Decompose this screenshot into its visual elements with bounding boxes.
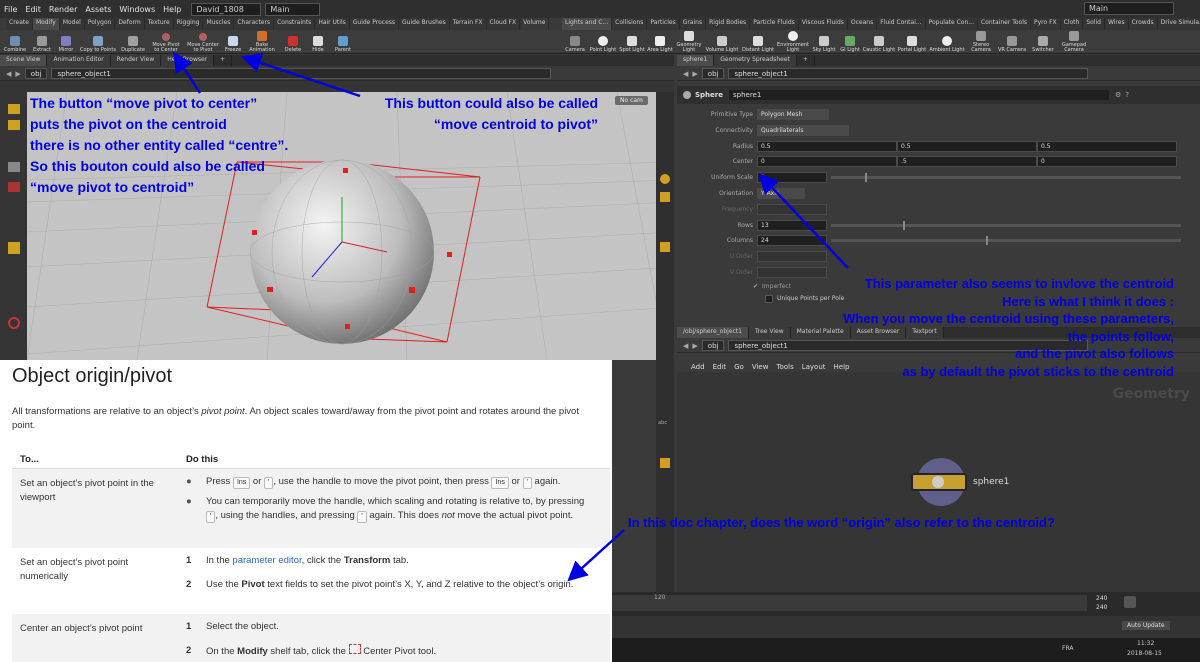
houdini-window: File Edit Render Assets Windows Help Dav… bbox=[0, 0, 1200, 662]
annotation-centroid-pivot: This button could also be called “move c… bbox=[360, 93, 598, 135]
arrow-1 bbox=[173, 51, 202, 94]
annotation-line: as by default the pivot sticks to the ce… bbox=[902, 363, 1174, 379]
annotation-line: So this bouton could also be called bbox=[30, 158, 265, 174]
annotation-origin-question: In this doc chapter, does the word “orig… bbox=[628, 515, 1055, 530]
annotation-pivot-center: The button “move pivot to center” puts t… bbox=[30, 93, 288, 198]
annotation-line: This button could also be called bbox=[384, 95, 598, 111]
annotation-line: and the pivot also follows bbox=[1015, 346, 1174, 361]
arrow-3 bbox=[758, 173, 849, 269]
annotation-line: “move pivot to centroid” bbox=[30, 179, 195, 195]
annotation-line: puts the pivot on the centroid bbox=[30, 116, 227, 132]
annotation-line: there is no other entity called “centre”… bbox=[30, 137, 289, 153]
arrow-2 bbox=[241, 53, 361, 98]
annotation-line: The button “move pivot to center” bbox=[30, 95, 258, 111]
annotation-line: This parameter also seems to invlove the… bbox=[864, 276, 1174, 291]
annotation-line: Here is what I think it does : bbox=[1002, 293, 1174, 309]
annotation-line: the points follow, bbox=[1067, 328, 1174, 344]
annotation-line: When you move the centroid using these p… bbox=[843, 311, 1174, 326]
annotation-parameter: This parameter also seems to invlove the… bbox=[780, 275, 1174, 380]
arrow-4 bbox=[567, 529, 625, 582]
annotation-line: “move centroid to pivot” bbox=[433, 116, 598, 132]
